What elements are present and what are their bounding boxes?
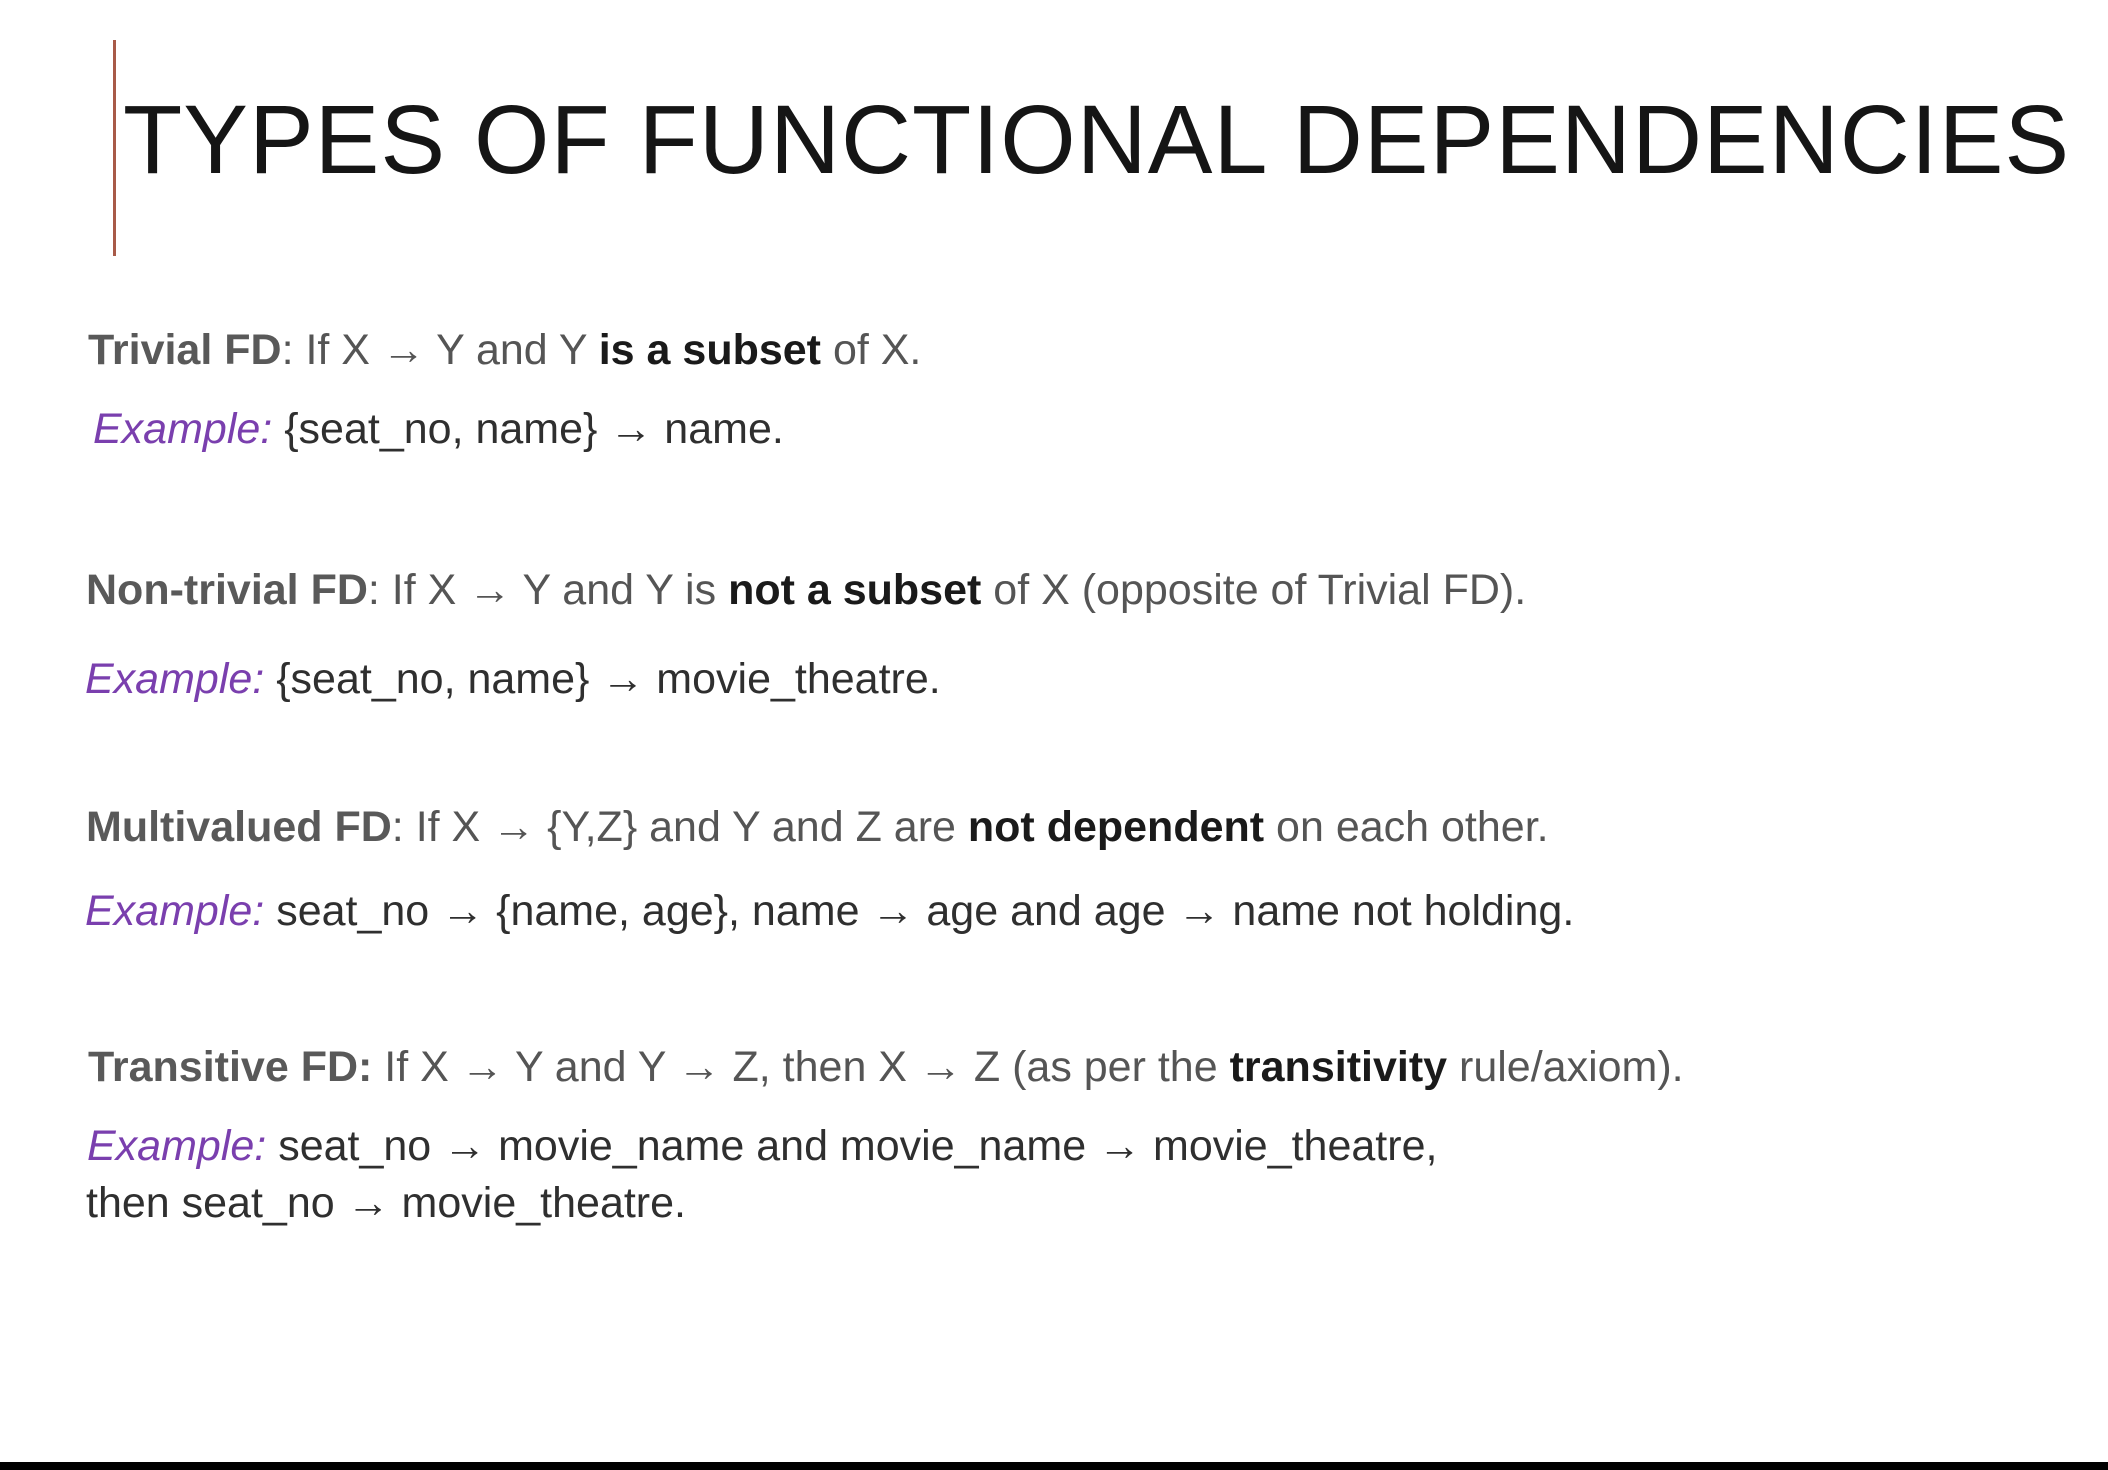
transitive-fd-example: Example: seat_no → movie_name and movie_…	[87, 1120, 1437, 1174]
definition-text: of X (opposite of Trivial FD).	[981, 566, 1527, 614]
example-label: Example:	[87, 1122, 267, 1170]
multivalued-fd-example: Example: seat_no → {name, age}, name → a…	[85, 885, 1574, 939]
multivalued-fd-definition: Multivalued FD: If X → {Y,Z} and Y and Z…	[86, 801, 1549, 855]
definition-label: Trivial FD	[88, 326, 282, 374]
slide: TYPES OF FUNCTIONAL DEPENDENCIES Trivial…	[0, 0, 2108, 1470]
slide-title: TYPES OF FUNCTIONAL DEPENDENCIES	[123, 85, 2071, 194]
example-text: seat_no → movie_name and movie_name → mo…	[266, 1122, 1438, 1170]
transitive-fd-example-continuation: then seat_no → movie_theatre.	[86, 1179, 686, 1227]
title-accent-line	[113, 40, 116, 256]
example-label: Example:	[85, 887, 265, 935]
definition-text: If X → Y and Y → Z, then X → Z (as per t…	[372, 1043, 1230, 1091]
definition-text: on each other.	[1264, 803, 1549, 851]
example-label: Example:	[85, 655, 265, 703]
definition-emphasis: not dependent	[967, 803, 1265, 851]
definition-text: : If X → Y and Y	[281, 326, 599, 374]
definition-text: : If X → {Y,Z} and Y and Z are	[391, 803, 968, 851]
bottom-bar	[0, 1462, 2108, 1470]
non-trivial-fd-example: Example: {seat_no, name} → movie_theatre…	[85, 653, 941, 707]
definition-label: Non-trivial FD	[86, 566, 368, 614]
trivial-fd-example: Example: {seat_no, name} → name.	[93, 403, 784, 457]
example-label: Example:	[93, 405, 273, 453]
definition-text: of X.	[821, 326, 922, 374]
definition-label: Multivalued FD	[86, 803, 392, 851]
non-trivial-fd-definition: Non-trivial FD: If X → Y and Y is not a …	[86, 564, 1526, 618]
example-text: seat_no → {name, age}, name → age and ag…	[264, 887, 1575, 935]
trivial-fd-definition: Trivial FD: If X → Y and Y is a subset o…	[88, 324, 921, 378]
definition-text: : If X → Y and Y is	[367, 566, 729, 614]
example-text: {seat_no, name} → name.	[272, 405, 784, 453]
definition-text: rule/axiom).	[1447, 1043, 1684, 1091]
example-text: {seat_no, name} → movie_theatre.	[264, 655, 941, 703]
transitive-fd-definition: Transitive FD: If X → Y and Y → Z, then …	[88, 1041, 1684, 1095]
definition-label: Transitive FD:	[88, 1043, 373, 1091]
definition-emphasis: transitivity	[1229, 1043, 1448, 1091]
definition-emphasis: is a subset	[598, 326, 821, 374]
definition-emphasis: not a subset	[728, 566, 982, 614]
